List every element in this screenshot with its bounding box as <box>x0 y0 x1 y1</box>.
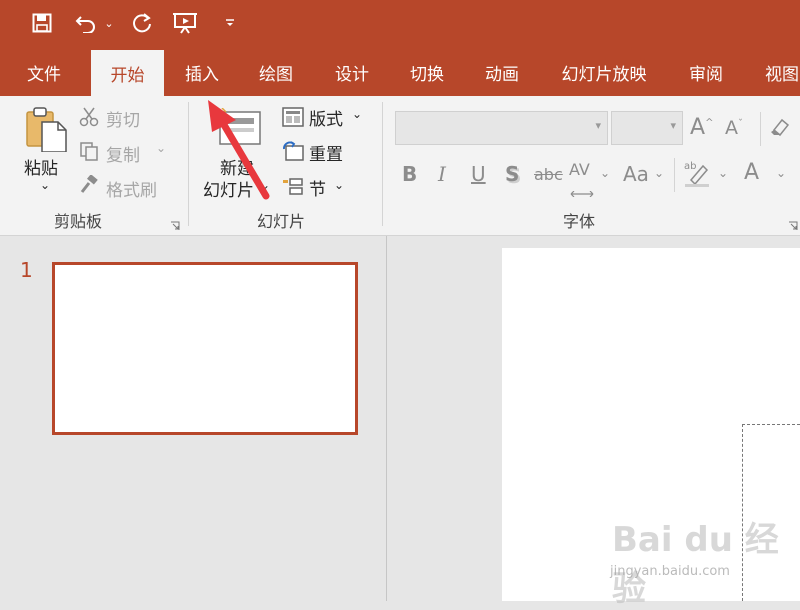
tab-file[interactable]: 文件 <box>10 48 78 96</box>
watermark-logo: Bai du 经验 <box>612 520 779 609</box>
clipboard-group-label: 剪贴板 <box>54 212 103 231</box>
cut-icon <box>78 106 100 128</box>
tab-draw[interactable]: 绘图 <box>246 48 306 96</box>
reset-button[interactable]: 重置 <box>309 140 343 165</box>
format-painter-icon <box>78 174 100 196</box>
quick-access-toolbar: ⌄ <box>0 0 800 48</box>
font-color-button[interactable]: A <box>744 160 759 185</box>
section-button[interactable]: 节 <box>309 175 326 200</box>
font-dialog-launcher-icon[interactable] <box>788 216 798 230</box>
font-color-dropdown-icon[interactable]: ⌄ <box>776 166 786 180</box>
font-size-dropdown-icon[interactable]: ▾ <box>670 119 676 132</box>
tab-animations[interactable]: 动画 <box>472 48 532 96</box>
highlight-color-dropdown-icon[interactable]: ⌄ <box>718 166 728 180</box>
group-separator <box>382 102 383 226</box>
tab-design[interactable]: 设计 <box>322 48 382 96</box>
clipboard-dialog-launcher-icon[interactable] <box>170 216 180 230</box>
reset-icon <box>282 140 304 162</box>
strikethrough-button[interactable]: abc <box>534 165 563 184</box>
tab-transitions[interactable]: 切换 <box>397 48 457 96</box>
character-spacing-dropdown-icon[interactable]: ⌄ <box>600 166 610 180</box>
shrink-font-button[interactable]: Aˇ <box>725 117 743 139</box>
svg-text:ab: ab <box>684 161 696 172</box>
slides-group-label: 幻灯片 <box>257 212 306 231</box>
text-shadow-button[interactable]: S <box>505 162 519 186</box>
highlight-color-icon[interactable]: ab <box>683 158 711 188</box>
change-case-dropdown-icon[interactable]: ⌄ <box>654 166 664 180</box>
annotation-arrow-icon <box>200 96 280 206</box>
tab-home[interactable]: 开始 <box>91 50 164 96</box>
section-dropdown-chevron-icon[interactable]: ⌄ <box>334 178 344 192</box>
ribbon-tab-bar: 文件 开始 插入 绘图 设计 切换 动画 幻灯片放映 审阅 视图 <box>0 48 800 96</box>
layout-icon <box>282 106 304 128</box>
slide-thumbnail[interactable] <box>52 262 358 435</box>
slide-number: 1 <box>20 258 33 282</box>
tab-view[interactable]: 视图 <box>752 48 800 96</box>
change-case-button[interactable]: Aa <box>623 162 649 186</box>
redo-icon[interactable] <box>128 8 156 38</box>
group-separator <box>188 102 189 226</box>
grow-font-button[interactable]: A^ <box>690 115 713 140</box>
font-size-combobox[interactable]: ▾ <box>611 111 683 145</box>
font-group-label: 字体 <box>563 212 596 231</box>
ribbon-home: 粘贴 ⌄ 剪切 复制 ⌄ 格式刷 剪贴板 新建 幻灯片 ⌄ 版式 ⌄ 重置 节 … <box>0 96 800 236</box>
section-icon <box>282 175 304 197</box>
undo-icon[interactable] <box>72 8 100 38</box>
tab-slideshow[interactable]: 幻灯片放映 <box>548 48 660 96</box>
paste-dropdown-chevron-icon[interactable]: ⌄ <box>40 178 50 192</box>
font-separator <box>760 112 761 146</box>
undo-dropdown-chevron-icon[interactable]: ⌄ <box>102 8 116 38</box>
font-separator <box>674 158 675 192</box>
font-name-dropdown-icon[interactable]: ▾ <box>595 119 601 132</box>
cut-button[interactable]: 剪切 <box>106 106 140 131</box>
watermark-url: jingyan.baidu.com <box>610 564 730 579</box>
italic-button[interactable]: I <box>438 162 446 186</box>
font-name-combobox[interactable]: ▾ <box>395 111 608 145</box>
character-spacing-arrows-icon <box>570 182 594 198</box>
tab-review[interactable]: 审阅 <box>676 48 736 96</box>
paste-button[interactable]: 粘贴 <box>24 154 58 179</box>
format-painter-button[interactable]: 格式刷 <box>106 176 157 201</box>
clear-formatting-icon[interactable] <box>766 116 790 140</box>
layout-button[interactable]: 版式 <box>309 105 343 130</box>
copy-icon <box>78 140 100 162</box>
underline-button[interactable]: U <box>471 162 486 186</box>
tab-insert[interactable]: 插入 <box>172 48 232 96</box>
save-icon[interactable] <box>28 8 56 38</box>
bold-button[interactable]: B <box>402 162 417 186</box>
start-from-beginning-icon[interactable] <box>172 8 200 38</box>
character-spacing-button[interactable]: AV <box>569 160 590 179</box>
copy-dropdown-chevron-icon[interactable]: ⌄ <box>156 141 166 155</box>
layout-dropdown-chevron-icon[interactable]: ⌄ <box>352 107 362 121</box>
copy-button[interactable]: 复制 <box>106 141 140 166</box>
customize-qat-icon[interactable] <box>222 8 238 38</box>
paste-icon[interactable] <box>24 106 68 153</box>
